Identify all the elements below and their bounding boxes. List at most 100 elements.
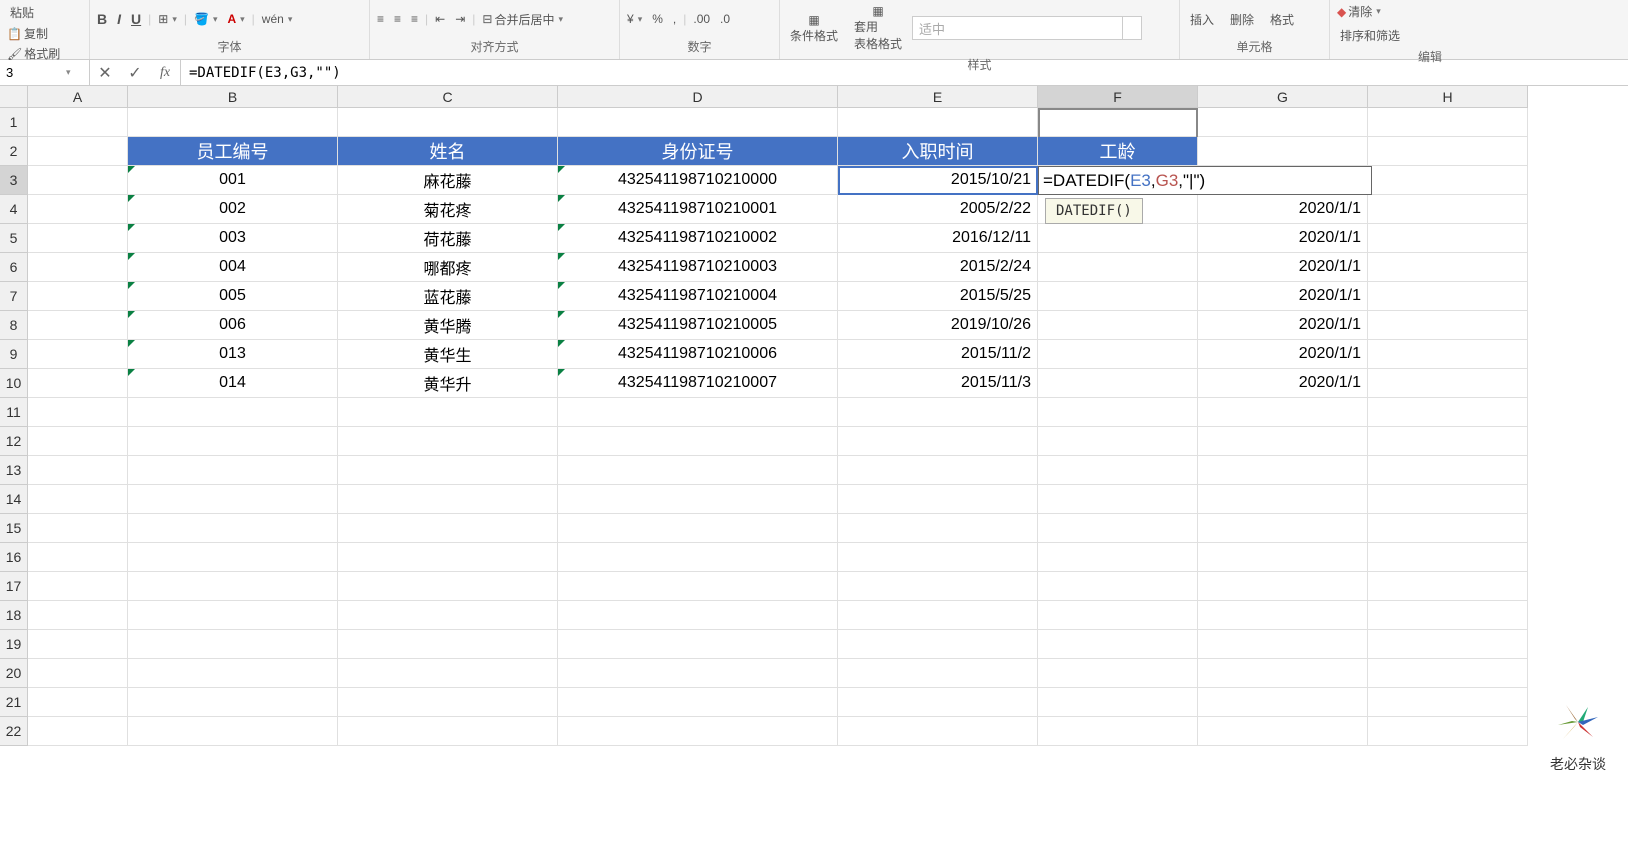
cell[interactable] xyxy=(1198,543,1368,572)
cell[interactable] xyxy=(1368,630,1528,659)
cell[interactable]: 员工编号 xyxy=(128,137,338,166)
cell[interactable]: 黄华生 xyxy=(338,340,558,369)
col-header-C[interactable]: C xyxy=(338,86,558,108)
border-button[interactable]: ⊞ xyxy=(155,11,180,27)
cell[interactable]: 姓名 xyxy=(338,137,558,166)
decimal-dec-button[interactable]: .0 xyxy=(717,11,733,27)
cell[interactable] xyxy=(1038,601,1198,630)
row-header-20[interactable]: 20 xyxy=(0,659,28,688)
cell[interactable] xyxy=(838,456,1038,485)
cell[interactable] xyxy=(338,601,558,630)
currency-button[interactable]: ¥ xyxy=(624,11,645,27)
cell[interactable] xyxy=(1038,630,1198,659)
cell[interactable] xyxy=(128,398,338,427)
cell[interactable]: 菊花疼 xyxy=(338,195,558,224)
cell[interactable]: 工龄 xyxy=(1038,137,1198,166)
cell[interactable]: 432541198710210001 xyxy=(558,195,838,224)
cell[interactable] xyxy=(1038,688,1198,717)
cell[interactable]: 432541198710210005 xyxy=(558,311,838,340)
cell[interactable] xyxy=(1198,630,1368,659)
cell[interactable] xyxy=(558,108,838,137)
cell[interactable] xyxy=(1038,514,1198,543)
cell[interactable] xyxy=(558,427,838,456)
cell[interactable] xyxy=(1368,427,1528,456)
cell[interactable] xyxy=(128,108,338,137)
cell[interactable] xyxy=(558,688,838,717)
bold-button[interactable]: B xyxy=(94,10,110,28)
cell[interactable] xyxy=(1038,340,1198,369)
cell[interactable] xyxy=(1038,485,1198,514)
cell[interactable]: 432541198710210002 xyxy=(558,224,838,253)
cell-style-select[interactable]: 适中 xyxy=(912,16,1142,40)
cell[interactable]: 2005/2/22 xyxy=(838,195,1038,224)
align-center-button[interactable]: ≡ xyxy=(391,11,404,27)
cell[interactable] xyxy=(1368,659,1528,688)
cell[interactable] xyxy=(1368,369,1528,398)
row-header-19[interactable]: 19 xyxy=(0,630,28,659)
cell[interactable]: 001 xyxy=(128,166,338,195)
cell[interactable] xyxy=(1368,514,1528,543)
cell[interactable] xyxy=(338,659,558,688)
cell[interactable] xyxy=(1368,137,1528,166)
cell[interactable]: 432541198710210007 xyxy=(558,369,838,398)
cell[interactable] xyxy=(1038,253,1198,282)
cell[interactable] xyxy=(128,601,338,630)
merge-center-button[interactable]: ⊟合并后居中 xyxy=(479,10,566,29)
cell[interactable]: 2020/1/1 xyxy=(1198,282,1368,311)
cell[interactable]: 432541198710210003 xyxy=(558,253,838,282)
cell[interactable]: 014 xyxy=(128,369,338,398)
cell[interactable] xyxy=(1198,485,1368,514)
cell[interactable] xyxy=(1368,224,1528,253)
cell[interactable]: 2015/10/21 xyxy=(838,166,1038,195)
cell[interactable] xyxy=(838,688,1038,717)
row-header-12[interactable]: 12 xyxy=(0,427,28,456)
row-header-17[interactable]: 17 xyxy=(0,572,28,601)
cell[interactable]: 黄华腾 xyxy=(338,311,558,340)
cell[interactable] xyxy=(128,514,338,543)
indent-inc-button[interactable]: ⇥ xyxy=(452,11,468,27)
cell[interactable]: 432541198710210000 xyxy=(558,166,838,195)
cell[interactable]: 2020/1/1 xyxy=(1198,224,1368,253)
cell[interactable] xyxy=(558,572,838,601)
cell[interactable] xyxy=(558,398,838,427)
cell[interactable] xyxy=(28,630,128,659)
cell[interactable] xyxy=(1198,398,1368,427)
cell[interactable] xyxy=(128,630,338,659)
italic-button[interactable]: I xyxy=(114,10,124,28)
cell[interactable] xyxy=(1368,572,1528,601)
cell[interactable] xyxy=(1038,369,1198,398)
cell[interactable] xyxy=(1038,572,1198,601)
cell[interactable] xyxy=(1038,282,1198,311)
cell[interactable] xyxy=(1368,340,1528,369)
cell[interactable] xyxy=(838,572,1038,601)
row-header-4[interactable]: 4 xyxy=(0,195,28,224)
cell[interactable] xyxy=(128,572,338,601)
cell[interactable] xyxy=(838,485,1038,514)
cell[interactable]: 2020/1/1 xyxy=(1198,340,1368,369)
cell[interactable] xyxy=(28,456,128,485)
cell[interactable] xyxy=(1038,456,1198,485)
row-header-11[interactable]: 11 xyxy=(0,398,28,427)
row-header-5[interactable]: 5 xyxy=(0,224,28,253)
row-header-16[interactable]: 16 xyxy=(0,543,28,572)
cell[interactable] xyxy=(338,543,558,572)
col-header-B[interactable]: B xyxy=(128,86,338,108)
cell[interactable] xyxy=(1038,311,1198,340)
font-color-button[interactable]: A xyxy=(224,11,247,27)
cell[interactable] xyxy=(338,427,558,456)
cell[interactable] xyxy=(1198,659,1368,688)
cell[interactable]: 2020/1/1 xyxy=(1198,311,1368,340)
phonetic-button[interactable]: wén xyxy=(259,11,296,27)
cell[interactable] xyxy=(838,601,1038,630)
name-box[interactable]: ▾ xyxy=(0,60,90,85)
cell[interactable] xyxy=(1368,717,1528,746)
align-right-button[interactable]: ≡ xyxy=(408,11,421,27)
cell[interactable] xyxy=(1198,688,1368,717)
row-header-7[interactable]: 7 xyxy=(0,282,28,311)
fill-color-button[interactable]: 🪣 xyxy=(191,11,220,27)
cell[interactable] xyxy=(838,427,1038,456)
cell[interactable]: 005 xyxy=(128,282,338,311)
cell[interactable] xyxy=(1368,601,1528,630)
cell[interactable]: 2015/5/25 xyxy=(838,282,1038,311)
cell[interactable] xyxy=(558,717,838,746)
